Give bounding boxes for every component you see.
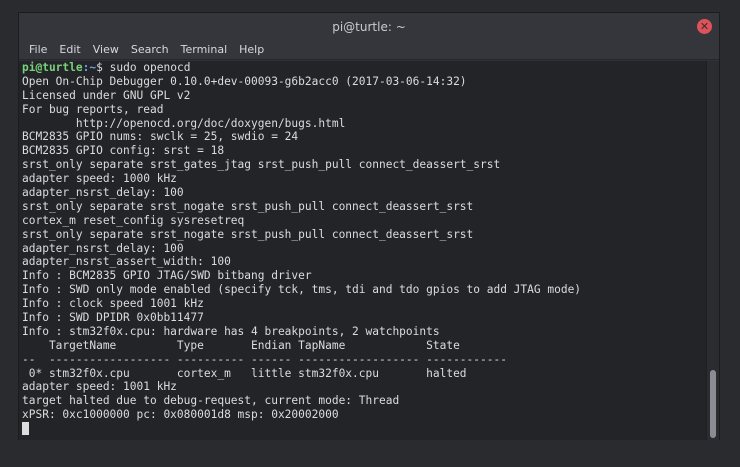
output-line: BCM2835 GPIO nums: swclk = 25, swdio = 2… (22, 130, 299, 144)
output-line: adapter_nsrst_assert_width: 100 (22, 255, 231, 269)
menu-bar: File Edit View Search Terminal Help (19, 40, 719, 60)
prompt-line: pi@turtle:~$ sudo openocd (22, 61, 707, 75)
output-line: adapter_nsrst_delay: 100 (22, 241, 184, 255)
output-lines: Open On-Chip Debugger 0.10.0+dev-00093-g… (22, 75, 707, 422)
output-line: adapter speed: 1000 kHz (22, 172, 177, 186)
output-line: Open On-Chip Debugger 0.10.0+dev-00093-g… (22, 74, 467, 88)
output-line: srst_only separate srst_nogate srst_push… (22, 227, 474, 241)
output-line: adapter_nsrst_delay: 100 (22, 186, 184, 200)
menu-terminal[interactable]: Terminal (175, 43, 234, 56)
output-line: -- ------------------ ---------- ------ … (22, 352, 507, 366)
output-line: cortex_m reset_config sysresetreq (22, 213, 245, 227)
prompt-symbol: $ (96, 61, 103, 74)
menu-search[interactable]: Search (125, 43, 175, 56)
output-line: Info : BCM2835 GPIO JTAG/SWD bitbang dri… (22, 269, 312, 283)
terminal-output[interactable]: pi@turtle:~$ sudo openocd Open On-Chip D… (19, 61, 707, 440)
output-line: Info : SWD DPIDR 0x0bb11477 (22, 311, 204, 325)
prompt-user-host: pi@turtle (22, 61, 83, 74)
close-icon[interactable]: ✕ (697, 19, 712, 34)
terminal-window: pi@turtle: ~ ✕ File Edit View Search Ter… (18, 12, 720, 440)
output-line: For bug reports, read (22, 102, 164, 116)
title-bar[interactable]: pi@turtle: ~ ✕ (19, 13, 719, 40)
window-title: pi@turtle: ~ (332, 19, 406, 34)
output-line: BCM2835 GPIO config: srst = 18 (22, 144, 225, 158)
prompt-command: sudo openocd (109, 61, 191, 74)
output-line: Info : clock speed 1001 kHz (22, 297, 204, 311)
output-line: srst_only separate srst_nogate srst_push… (22, 199, 474, 213)
text-cursor (22, 422, 29, 436)
output-line: adapter speed: 1001 kHz (22, 380, 177, 394)
menu-help[interactable]: Help (233, 43, 270, 56)
output-line: Info : SWD only mode enabled (specify tc… (22, 283, 582, 297)
menu-file[interactable]: File (23, 43, 53, 56)
scrollbar-thumb[interactable] (710, 370, 716, 438)
output-line: Info : stm32f0x.cpu: hardware has 4 brea… (22, 324, 440, 338)
menu-view[interactable]: View (87, 43, 125, 56)
output-line: Licensed under GNU GPL v2 (22, 88, 191, 102)
output-line: TargetName Type Endian TapName State (22, 338, 460, 352)
output-line: xPSR: 0xc1000000 pc: 0x080001d8 msp: 0x2… (22, 408, 339, 422)
output-line: 0* stm32f0x.cpu cortex_m little stm32f0x… (22, 366, 467, 380)
cursor-line (22, 422, 707, 436)
scrollbar[interactable] (706, 61, 719, 440)
output-line: target halted due to debug-request, curr… (22, 394, 400, 408)
menu-edit[interactable]: Edit (53, 43, 86, 56)
output-line: srst_only separate srst_gates_jtag srst_… (22, 158, 501, 172)
output-line: http://openocd.org/doc/doxygen/bugs.html (22, 116, 346, 130)
